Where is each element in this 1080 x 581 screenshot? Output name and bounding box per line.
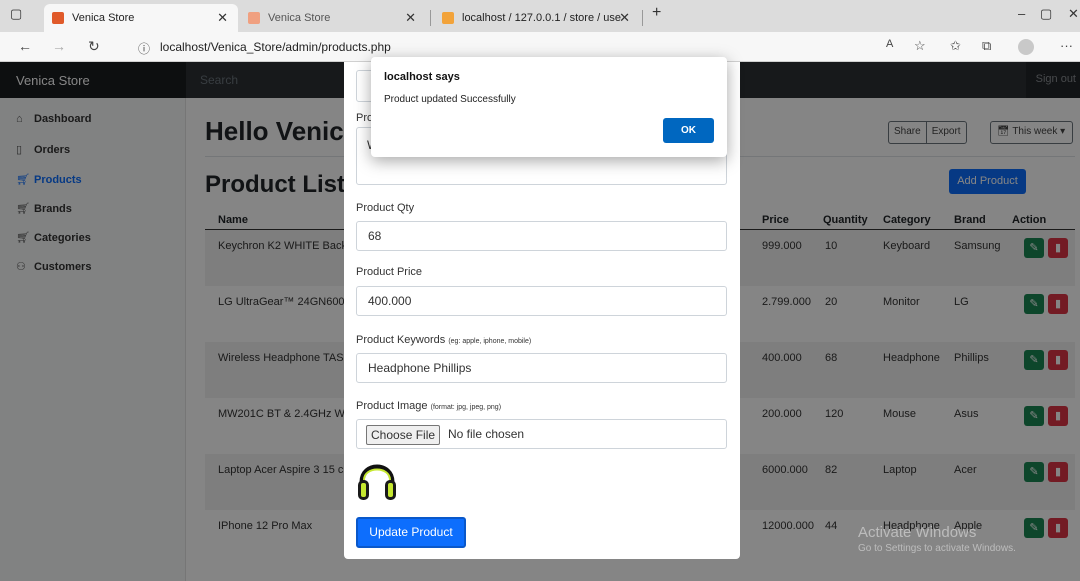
alert-dialog: localhost says Product updated Successfu… <box>371 57 727 157</box>
read-aloud-icon[interactable]: A <box>886 38 893 50</box>
url-field[interactable]: localhost/Venica_Store/admin/products.ph… <box>160 40 391 54</box>
collections-icon[interactable]: ⧉ <box>982 38 991 54</box>
tab-title: localhost / 127.0.0.1 / store / use <box>462 12 621 24</box>
browser-tab-bar: ▢ Venica Store ✕ Venica Store ✕ localhos… <box>0 0 1080 32</box>
close-tab-icon[interactable]: ✕ <box>619 10 630 26</box>
close-window-icon[interactable]: ✕ <box>1068 6 1079 22</box>
image-hint: (format: jpg, jpeg, png) <box>430 404 502 411</box>
info-icon[interactable]: ⓘ <box>138 40 150 57</box>
windows-watermark-subtitle: Go to Settings to activate Windows. <box>858 543 1016 554</box>
image-label: Product Image (format: jpg, jpeg, png) <box>356 400 502 412</box>
new-tab-button[interactable]: + <box>652 4 661 22</box>
close-tab-icon[interactable]: ✕ <box>405 10 416 26</box>
favicon-icon <box>248 12 260 24</box>
refresh-icon[interactable]: ↻ <box>88 38 100 55</box>
ok-button[interactable]: OK <box>663 118 714 143</box>
qty-input[interactable]: 68 <box>356 221 727 251</box>
close-tab-icon[interactable]: ✕ <box>217 10 228 26</box>
choose-file-button[interactable]: Choose File <box>366 425 441 445</box>
browser-tab-2[interactable]: Venica Store ✕ <box>240 4 426 32</box>
back-icon[interactable]: ← <box>18 38 32 54</box>
profile-avatar[interactable] <box>1018 39 1034 55</box>
keywords-hint: (eg: apple, iphone, mobile) <box>448 338 532 345</box>
favorite-star-icon[interactable]: ☆ <box>914 38 926 54</box>
minimize-icon[interactable]: – <box>1018 6 1025 21</box>
favicon-icon <box>52 12 64 24</box>
forward-icon[interactable]: → <box>52 38 66 54</box>
browser-tab-1[interactable]: Venica Store ✕ <box>44 4 238 32</box>
price-label: Product Price <box>356 266 423 278</box>
alert-message: Product updated Successfully <box>384 94 516 105</box>
windows-watermark-title: Activate Windows <box>858 524 977 541</box>
tab-title: Venica Store <box>72 12 135 24</box>
favicon-icon <box>442 12 454 24</box>
alert-title: localhost says <box>384 71 460 83</box>
tab-title: Venica Store <box>268 12 331 24</box>
keywords-label: Product Keywords (eg: apple, iphone, mob… <box>356 334 532 346</box>
tab-actions-icon[interactable]: ▢ <box>10 6 22 22</box>
headphone-image <box>358 464 396 500</box>
more-menu-icon[interactable]: ··· <box>1060 38 1073 53</box>
keywords-input[interactable]: Headphone Phillips <box>356 353 727 383</box>
update-product-button[interactable]: Update Product <box>356 517 466 548</box>
qty-label: Product Qty <box>356 202 415 214</box>
price-input[interactable]: 400.000 <box>356 286 727 316</box>
restore-icon[interactable]: ▢ <box>1040 6 1052 22</box>
browser-tab-3[interactable]: localhost / 127.0.0.1 / store / use ✕ <box>434 4 640 32</box>
image-file-input[interactable]: Choose File No file chosen <box>356 419 727 449</box>
no-file-text: No file chosen <box>448 427 525 441</box>
favorites-icon[interactable]: ✩ <box>950 38 961 54</box>
